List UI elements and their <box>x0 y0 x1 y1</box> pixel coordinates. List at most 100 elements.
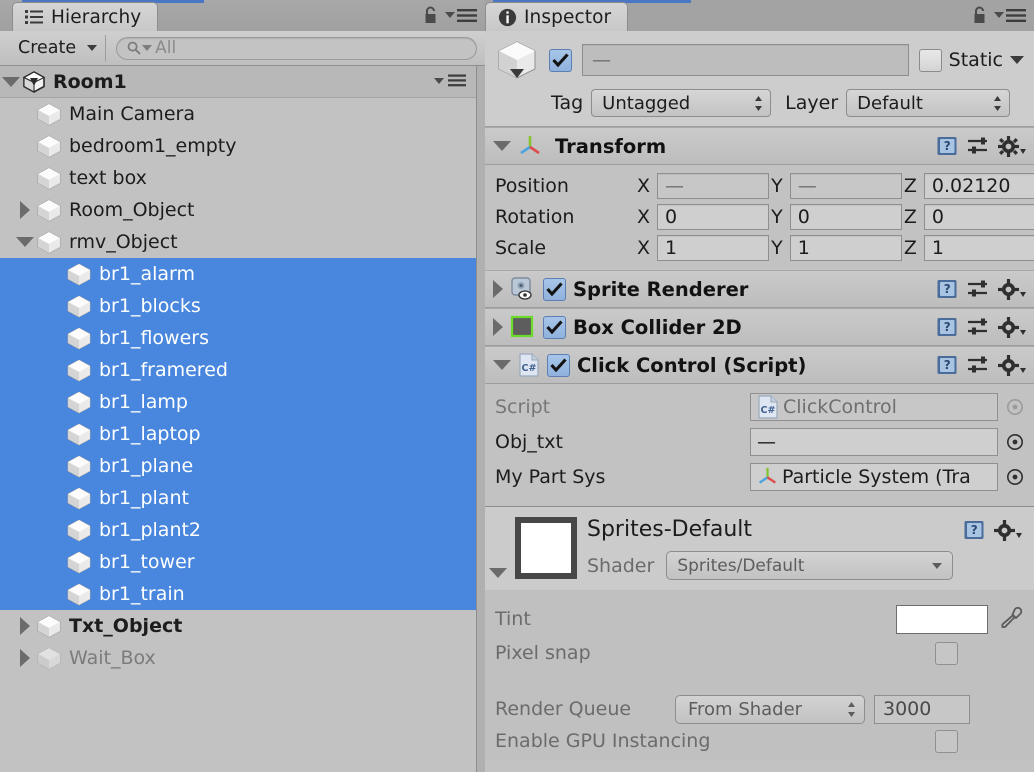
help-icon[interactable]: ? <box>936 278 958 300</box>
preset-icon[interactable] <box>967 136 989 156</box>
static-dropdown-icon[interactable] <box>1010 56 1024 64</box>
component-header-box-collider-2d[interactable]: Box Collider 2D? <box>485 308 1034 346</box>
hierarchy-item-rmv-object[interactable]: rmv_Object <box>0 226 476 258</box>
hierarchy-item-bedroom1-empty[interactable]: bedroom1_empty <box>0 130 476 162</box>
gear-icon[interactable] <box>998 278 1026 300</box>
help-icon[interactable]: ? <box>936 135 958 157</box>
transform-scale-z-input[interactable]: 1 <box>923 234 1034 261</box>
panel-menu-icon[interactable] <box>445 8 477 23</box>
hierarchy-scene-root[interactable]: Room1 <box>0 66 476 98</box>
gameobject-cube-icon <box>66 582 92 607</box>
lock-icon[interactable] <box>972 6 987 24</box>
hierarchy-item-br1-tower[interactable]: br1_tower <box>0 546 476 578</box>
panel-menu-icon[interactable] <box>994 8 1026 23</box>
preset-icon[interactable] <box>967 355 989 375</box>
hierarchy-tree[interactable]: Room1 Main Camera bedroom1_emptytext box R… <box>0 66 476 772</box>
hierarchy-item-twisty-icon[interactable] <box>14 201 36 219</box>
hierarchy-item-br1-lamp[interactable]: br1_lamp <box>0 386 476 418</box>
transform-rotation-z-input[interactable]: 0 <box>923 203 1034 230</box>
scene-root-menu-icon[interactable] <box>434 74 466 87</box>
hierarchy-item-txt-object[interactable]: Txt_Object <box>0 610 476 642</box>
value: 1 <box>665 236 678 259</box>
transform-twisty-icon[interactable] <box>493 141 511 151</box>
value: 0 <box>797 205 810 228</box>
component-twisty-icon[interactable] <box>493 280 503 298</box>
layer-dropdown[interactable]: Default <box>846 89 1011 117</box>
create-button[interactable]: Create <box>8 35 107 61</box>
static-checkbox[interactable] <box>918 48 942 72</box>
gear-icon[interactable] <box>998 354 1026 376</box>
gear-icon[interactable] <box>998 135 1026 157</box>
search-filter-chevron-icon[interactable] <box>142 45 153 51</box>
gameobject-cube-icon <box>36 198 62 223</box>
hierarchy-item-br1-framered[interactable]: br1_framered <box>0 354 476 386</box>
gameobject-cube-icon <box>36 134 62 159</box>
gameobject-name-input[interactable]: — <box>582 44 909 76</box>
script-field-value-input[interactable]: C# ClickControl <box>750 392 998 421</box>
transform-rotation-x-input[interactable]: 0 <box>657 203 770 230</box>
component-enabled-checkbox[interactable] <box>543 277 566 301</box>
pixel-snap-checkbox[interactable] <box>935 641 958 665</box>
gameobject-active-checkbox[interactable] <box>549 48 572 72</box>
scene-root-twisty-icon[interactable] <box>0 76 22 87</box>
hierarchy-item-text-box[interactable]: text box <box>0 162 476 194</box>
script-field-my-part-sys: My Part Sys Particle System (Tra <box>495 459 1024 494</box>
component-header-sprite-renderer[interactable]: Sprite Renderer? <box>485 270 1034 308</box>
hierarchy-item-twisty-icon[interactable] <box>14 237 36 247</box>
gear-icon[interactable] <box>998 316 1026 338</box>
object-picker-icon[interactable] <box>1006 433 1024 451</box>
hierarchy-item-br1-laptop[interactable]: br1_laptop <box>0 418 476 450</box>
hierarchy-item-wait-box[interactable]: Wait_Box <box>0 642 476 674</box>
eyedropper-icon[interactable] <box>998 606 1024 632</box>
preset-icon[interactable] <box>967 279 989 299</box>
object-picker-icon[interactable] <box>1006 468 1024 486</box>
hierarchy-item-twisty-icon[interactable] <box>14 617 36 635</box>
component-twisty-icon[interactable] <box>493 318 503 336</box>
component-header-click-control-script-[interactable]: C# Click Control (Script)? <box>485 346 1034 384</box>
hierarchy-search-input[interactable]: All <box>116 36 477 60</box>
hierarchy-item-br1-plane[interactable]: br1_plane <box>0 450 476 482</box>
hierarchy-item-twisty-icon[interactable] <box>14 649 36 667</box>
hierarchy-item-br1-plant[interactable]: br1_plant <box>0 482 476 514</box>
transform-rotation-y-input[interactable]: 0 <box>789 203 902 230</box>
hierarchy-item-label: bedroom1_empty <box>69 135 237 157</box>
hierarchy-item-br1-blocks[interactable]: br1_blocks <box>0 290 476 322</box>
render-queue-value-input[interactable]: 3000 <box>874 694 970 724</box>
stepper-icon <box>754 95 763 112</box>
transform-position-x-input[interactable]: — <box>657 172 770 199</box>
component-enabled-checkbox[interactable] <box>543 315 566 339</box>
gameobject-cube-icon <box>36 646 62 671</box>
tab-inspector[interactable]: Inspector <box>485 2 629 31</box>
object-picker-icon[interactable] <box>1006 398 1024 416</box>
help-icon[interactable]: ? <box>936 354 958 376</box>
hierarchy-item-main-camera[interactable]: Main Camera <box>0 98 476 130</box>
transform-position-z-input[interactable]: 0.02120 <box>923 172 1034 199</box>
gear-icon[interactable] <box>994 519 1022 541</box>
help-icon[interactable]: ? <box>963 519 985 541</box>
tag-dropdown[interactable]: Untagged <box>591 89 772 117</box>
component-enabled-checkbox[interactable] <box>547 353 570 377</box>
gpu-instancing-checkbox[interactable] <box>935 729 958 753</box>
scene-root-label: Room1 <box>53 70 127 93</box>
script-field-value-input[interactable]: Particle System (Tra <box>750 462 998 491</box>
hierarchy-item-room-object[interactable]: Room_Object <box>0 194 476 226</box>
render-queue-dropdown[interactable]: From Shader <box>675 694 865 724</box>
hierarchy-scrollbar[interactable] <box>476 66 485 772</box>
hierarchy-item-br1-flowers[interactable]: br1_flowers <box>0 322 476 354</box>
script-field-value-input[interactable]: — <box>750 427 998 456</box>
transform-position-y-input[interactable]: — <box>789 172 902 199</box>
material-twisty-icon[interactable] <box>489 568 507 578</box>
shader-dropdown[interactable]: Sprites/Default <box>666 551 953 580</box>
tint-color-field[interactable] <box>896 604 988 634</box>
hierarchy-item-br1-train[interactable]: br1_train <box>0 578 476 610</box>
component-twisty-icon[interactable] <box>493 360 511 370</box>
hierarchy-item-br1-plant2[interactable]: br1_plant2 <box>0 514 476 546</box>
help-icon[interactable]: ? <box>936 316 958 338</box>
transform-scale-y-input[interactable]: 1 <box>789 234 902 261</box>
hierarchy-item-br1-alarm[interactable]: br1_alarm <box>0 258 476 290</box>
component-header-transform[interactable]: Transform ? <box>485 127 1034 165</box>
preset-icon[interactable] <box>967 317 989 337</box>
transform-scale-x-input[interactable]: 1 <box>657 234 770 261</box>
tab-hierarchy[interactable]: Hierarchy <box>12 2 159 31</box>
lock-icon[interactable] <box>423 6 438 24</box>
